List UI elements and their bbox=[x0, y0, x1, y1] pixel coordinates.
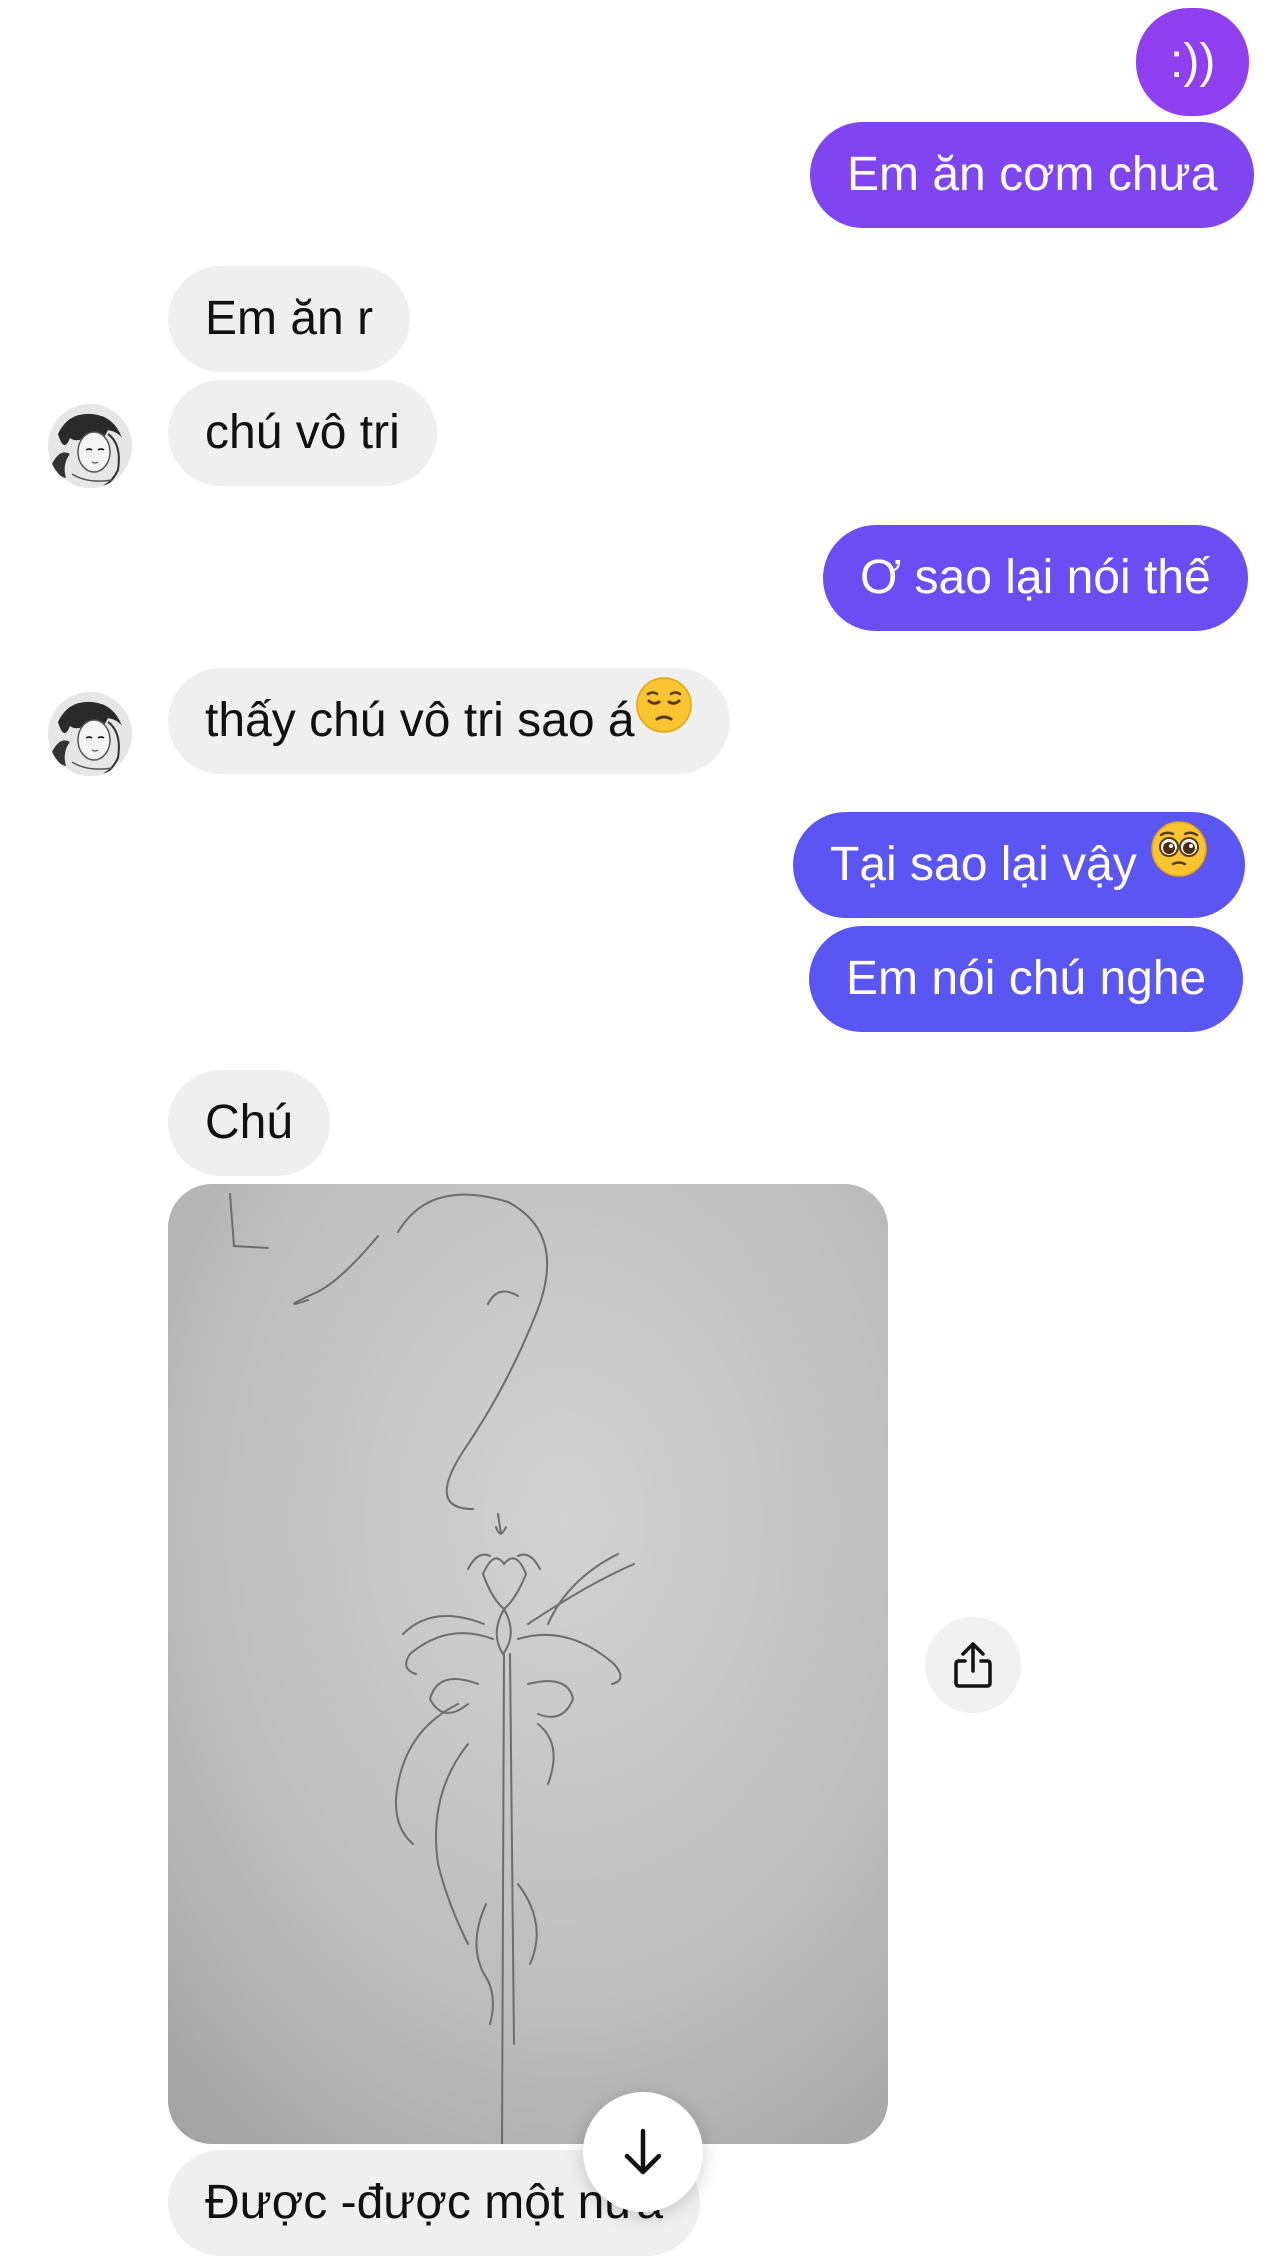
message-text: Em nói chú nghe bbox=[846, 952, 1207, 1005]
received-message-bubble[interactable]: chú vô tri bbox=[168, 380, 437, 486]
received-photo-message[interactable] bbox=[168, 1184, 888, 2144]
pleading-face-emoji bbox=[1150, 810, 1208, 916]
pencil-sketch-image bbox=[168, 1184, 888, 2144]
share-button[interactable] bbox=[925, 1617, 1021, 1713]
received-message-bubble[interactable]: thấy chú vô tri sao á bbox=[168, 668, 730, 774]
message-text: thấy chú vô tri sao á bbox=[205, 694, 635, 747]
contact-avatar[interactable] bbox=[48, 692, 132, 776]
avatar-sketch-image bbox=[48, 404, 132, 488]
sent-message-bubble[interactable]: Em ăn cơm chưa bbox=[810, 122, 1255, 228]
avatar-sketch-image bbox=[48, 692, 132, 776]
message-text: Em ăn cơm chưa bbox=[847, 148, 1218, 201]
sent-message-bubble[interactable]: Em nói chú nghe bbox=[809, 926, 1244, 1032]
pensive-face-emoji bbox=[635, 666, 693, 772]
received-message-bubble[interactable]: Chú bbox=[168, 1070, 331, 1176]
message-text: :)) bbox=[1170, 35, 1216, 88]
sent-message-bubble[interactable]: :)) bbox=[1136, 8, 1250, 116]
sent-message-bubble[interactable]: Ơ sao lại nói thế bbox=[823, 525, 1248, 631]
message-text: Em ăn r bbox=[205, 292, 374, 345]
message-text: chú vô tri bbox=[205, 406, 400, 459]
arrow-down-icon bbox=[624, 2128, 662, 2175]
message-text: Tại sao lại vậy bbox=[830, 838, 1151, 891]
scroll-to-bottom-button[interactable] bbox=[583, 2092, 703, 2212]
sent-message-bubble[interactable]: Tại sao lại vậy bbox=[793, 810, 1246, 918]
contact-avatar[interactable] bbox=[48, 404, 132, 488]
received-message-bubble[interactable]: Em ăn r bbox=[168, 266, 411, 372]
share-icon bbox=[954, 1642, 992, 1688]
message-text: Chú bbox=[205, 1096, 294, 1149]
message-text: Ơ sao lại nói thế bbox=[860, 551, 1211, 604]
